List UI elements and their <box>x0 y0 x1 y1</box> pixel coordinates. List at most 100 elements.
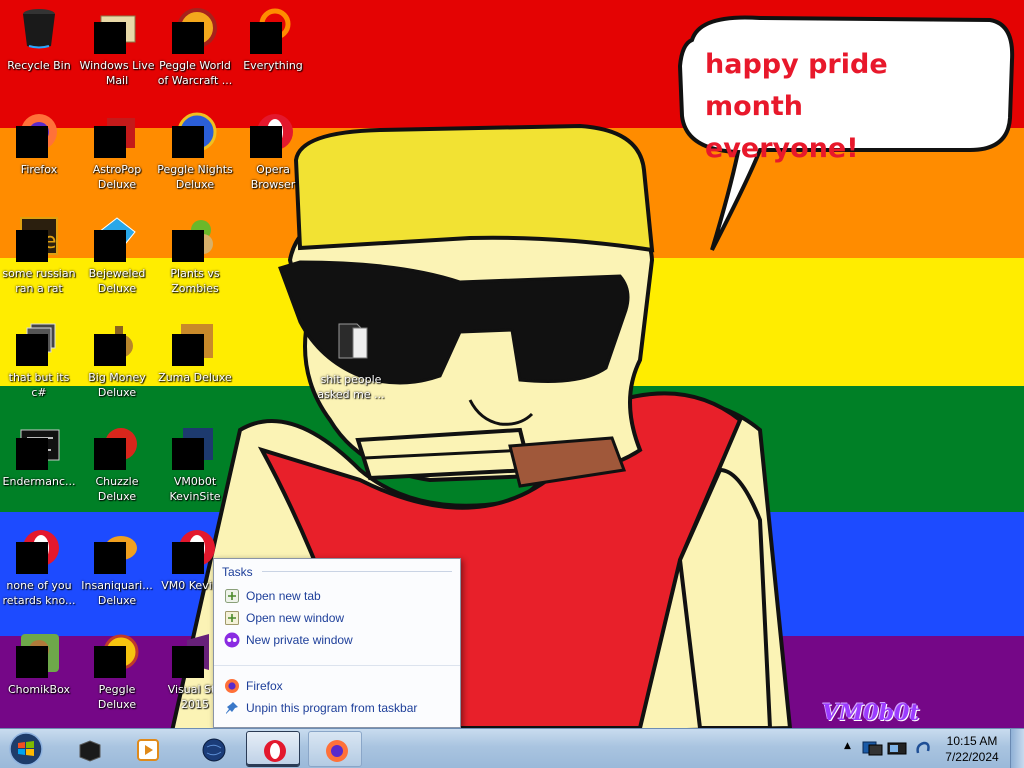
taskbar: ▲ 10:15 AM 7/22/2024 <box>0 728 1024 768</box>
clock-time: 10:15 AM <box>946 734 998 748</box>
media-player-icon <box>79 740 101 762</box>
media-center-icon <box>137 739 159 761</box>
redacted-block <box>172 438 204 470</box>
windows-orb-icon <box>9 732 43 766</box>
redacted-block <box>16 334 48 366</box>
clock-date: 7/22/2024 <box>945 750 999 764</box>
desktop-icon-peggle-world-of-warcraft[interactable]: Peggle World of Warcraft ... <box>156 0 234 100</box>
private-window-icon <box>224 632 240 648</box>
speech-line-1: happy pride month <box>705 49 888 122</box>
taskbar-button-globe[interactable] <box>186 731 240 767</box>
desktop-icon-label: Insaniquari... Deluxe <box>81 579 153 607</box>
redacted-block <box>94 646 126 678</box>
redacted-block <box>16 438 48 470</box>
action-center-icon[interactable] <box>912 739 934 757</box>
show-hidden-icons-button[interactable]: ▲ <box>844 741 854 755</box>
redacted-block <box>94 334 126 366</box>
desktop-icon-everything[interactable]: Everything <box>234 0 312 100</box>
desktop-icon-label: none of you retards kno... <box>2 579 76 607</box>
desktop-icon-label: Peggle World of Warcraft ... <box>157 59 233 87</box>
desktop-icon-label: Firefox <box>20 163 58 176</box>
taskbar-button-media-center[interactable] <box>120 731 174 767</box>
jump-list-program-firefox[interactable]: Firefox <box>220 675 454 697</box>
folder-icon <box>338 323 368 359</box>
desktop-icon-insaniquarium-deluxe[interactable]: Insaniquari... Deluxe <box>78 520 156 620</box>
redacted-block <box>94 230 126 262</box>
new-tab-icon <box>225 589 239 603</box>
start-button[interactable] <box>4 730 48 768</box>
desktop-icon-label: Endermanc... <box>2 475 76 488</box>
desktop-icon-that-but-its-csharp[interactable]: that but its c# <box>0 312 78 412</box>
redacted-block <box>16 230 48 262</box>
redacted-block <box>94 542 126 574</box>
desktop-icon-chuzzle-deluxe[interactable]: Chuzzle Deluxe <box>78 416 156 516</box>
taskbar-button-media-player[interactable] <box>62 731 116 767</box>
redacted-block <box>172 646 204 678</box>
desktop-icon-none-of-you[interactable]: none of you retards kno... <box>0 520 78 620</box>
firefox-jump-list: Tasks Open new tab Open new window New p… <box>213 558 461 728</box>
speech-bubble-text: happy pride month everyone! <box>705 44 995 170</box>
desktop-icon-label: Opera Browser <box>250 163 296 191</box>
jump-list-item-label: Open new tab <box>246 589 321 603</box>
desktop-icon-zuma-deluxe[interactable]: Zuma Deluxe <box>156 312 234 412</box>
desktop-icon-some-russian-ran-a-rat[interactable]: e some russian ran a rat <box>0 208 78 308</box>
desktop-icon-label: Everything <box>243 59 303 72</box>
jump-list-open-new-tab[interactable]: Open new tab <box>220 585 454 607</box>
desktop-icon-astropop-deluxe[interactable]: AstroPop Deluxe <box>78 104 156 204</box>
desktop-icon-label: Zuma Deluxe <box>158 371 232 384</box>
wallpaper-watermark: VM0b0t <box>822 700 920 726</box>
redacted-block <box>94 438 126 470</box>
desktop-icon-vm0b0t-kevinsite[interactable]: VM0b0t KevinSite <box>156 416 234 516</box>
desktop-icon-label: VM0b0t KevinSite <box>169 475 221 503</box>
firefox-icon <box>326 740 348 762</box>
desktop-icon-label: Peggle Deluxe <box>97 683 137 711</box>
taskbar-button-opera[interactable] <box>246 731 300 767</box>
redacted-block <box>16 646 48 678</box>
desktop-icon-firefox[interactable]: Firefox <box>0 104 78 204</box>
desktop-icon-big-money-deluxe[interactable]: Big Money Deluxe <box>78 312 156 412</box>
redacted-block <box>250 126 282 158</box>
redacted-block <box>172 542 204 574</box>
desktop-icon-peggle-nights-deluxe[interactable]: Peggle Nights Deluxe <box>156 104 234 204</box>
redacted-block <box>172 22 204 54</box>
desktop-icon-chomikbox[interactable]: ChomikBox <box>0 624 78 724</box>
desktop-icon-windows-live-mail[interactable]: Windows Live Mail <box>78 0 156 100</box>
taskbar-clock[interactable]: 10:15 AM 7/22/2024 <box>940 733 1004 765</box>
jump-list-header-divider <box>262 571 452 572</box>
redacted-block <box>250 22 282 54</box>
jump-list-item-label: Firefox <box>246 679 283 693</box>
firefox-icon <box>225 679 239 693</box>
opera-icon <box>264 740 286 762</box>
network-icon[interactable] <box>862 739 884 757</box>
redacted-block <box>172 230 204 262</box>
redacted-block <box>94 126 126 158</box>
desktop-icon-label: that but its c# <box>8 371 70 399</box>
desktop-icon-endermanch[interactable]: Endermanc... <box>0 416 78 516</box>
new-window-icon <box>225 611 239 625</box>
desktop-icon-opera-browser[interactable]: Opera Browser <box>234 104 312 204</box>
desktop-icon-label: shit people asked me ... <box>317 373 385 401</box>
desktop-icon-label: ChomikBox <box>8 683 70 696</box>
jump-list-new-private-window[interactable]: New private window <box>220 629 454 651</box>
jump-list-tasks-header: Tasks <box>222 565 253 579</box>
desktop-icon-label: Peggle Nights Deluxe <box>157 163 233 191</box>
show-desktop-button[interactable] <box>1010 729 1024 768</box>
desktop-icon-label: Plants vs Zombies <box>170 267 220 295</box>
desktop-icon-label: AstroPop Deluxe <box>92 163 142 191</box>
desktop-icon-peggle-deluxe[interactable]: Peggle Deluxe <box>78 624 156 724</box>
desktop-icon-plants-vs-zombies[interactable]: Plants vs Zombies <box>156 208 234 308</box>
volume-icon[interactable] <box>886 739 908 757</box>
redacted-block <box>172 334 204 366</box>
taskbar-button-firefox[interactable] <box>308 731 362 767</box>
desktop-icon-bejeweled-deluxe[interactable]: Bejeweled Deluxe <box>78 208 156 308</box>
jump-list-unpin-program[interactable]: Unpin this program from taskbar <box>220 697 454 719</box>
redacted-block <box>94 22 126 54</box>
desktop-icon-recycle-bin[interactable]: Recycle Bin <box>0 0 78 100</box>
desktop-icon-shit-people-asked-me[interactable]: shit people asked me ... <box>312 316 390 416</box>
unpin-icon <box>226 702 238 714</box>
redacted-block <box>172 126 204 158</box>
desktop-icon-label: Bejeweled Deluxe <box>88 267 146 295</box>
speech-line-2: everyone! <box>705 133 859 164</box>
desktop-icon-label: Windows Live Mail <box>79 59 155 87</box>
jump-list-open-new-window[interactable]: Open new window <box>220 607 454 629</box>
